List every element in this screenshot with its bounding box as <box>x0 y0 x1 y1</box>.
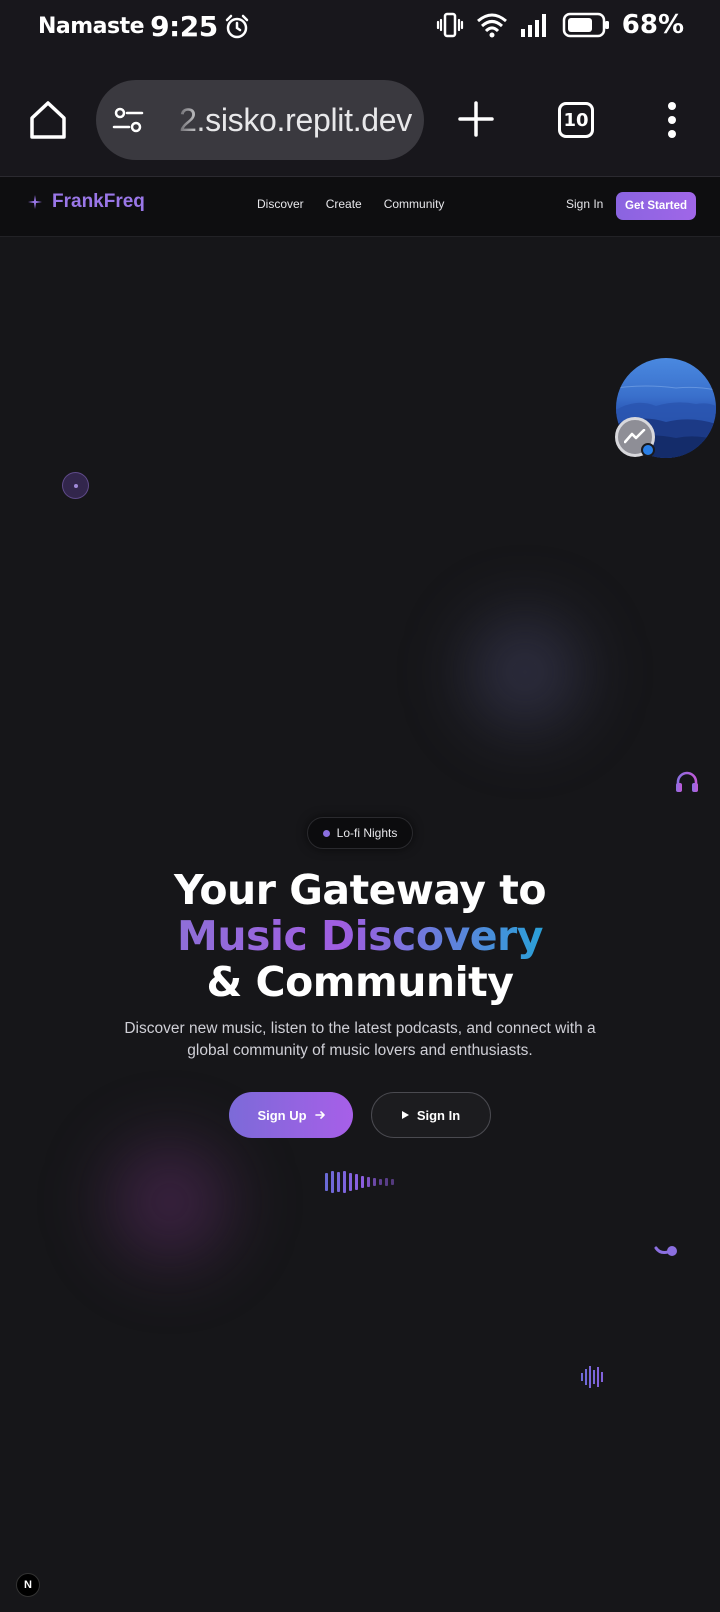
wifi-icon <box>476 12 508 38</box>
nav-link-create[interactable]: Create <box>326 197 362 211</box>
status-greeting: Namaste <box>38 14 145 39</box>
site-navbar: FrankFreq Discover Create Community Sign… <box>0 177 720 237</box>
battery-icon <box>562 12 610 38</box>
signal-icon <box>520 13 550 37</box>
status-time: 9:25 <box>150 10 218 43</box>
play-icon <box>401 1111 409 1119</box>
nav-link-discover[interactable]: Discover <box>257 197 304 211</box>
logo-text: FrankFreq <box>52 191 145 212</box>
nextjs-badge[interactable]: N <box>16 1573 40 1597</box>
hero-title-line3: & Community <box>206 958 515 1006</box>
hero-sign-in-label: Sign In <box>416 1107 461 1123</box>
nav-sign-in-link[interactable]: Sign In <box>566 197 603 211</box>
web-page: FrankFreq Discover Create Community Sign… <box>0 177 720 1612</box>
status-bar: Namaste 9:25 68% <box>0 0 720 56</box>
floating-orb <box>62 472 89 499</box>
background-glow <box>80 1112 260 1292</box>
sign-up-button[interactable]: Sign Up <box>229 1092 353 1138</box>
site-settings-icon[interactable] <box>112 104 144 136</box>
badge-dot <box>322 829 330 837</box>
badge-text: Lo-fi Nights <box>336 826 398 840</box>
get-started-button[interactable]: Get Started <box>616 192 696 220</box>
audio-wave-icon <box>581 1366 603 1388</box>
new-tab-icon[interactable] <box>456 99 496 139</box>
browser-menu-icon[interactable] <box>660 98 684 142</box>
address-bar[interactable]: 2.sisko.replit.dev <box>96 80 424 160</box>
hero-title-accent: Music Discovery <box>177 912 543 960</box>
hero-subtitle: Discover new music, listen to the latest… <box>124 1020 596 1059</box>
hero-sign-in-button[interactable]: Sign In <box>371 1092 491 1138</box>
alarm-icon <box>224 14 250 40</box>
vibrate-icon <box>436 11 464 39</box>
sign-up-label: Sign Up <box>257 1107 307 1123</box>
tab-switcher-button[interactable]: 10 <box>558 102 594 138</box>
music-note-icon <box>654 1246 677 1256</box>
audio-waveform-icon <box>325 1171 394 1193</box>
headphones-icon <box>676 771 698 792</box>
nav-links: Discover Create Community <box>257 197 444 211</box>
hero-title: Your Gateway to Music Discovery & Commun… <box>0 867 720 1005</box>
home-icon[interactable] <box>26 98 70 142</box>
site-logo[interactable]: FrankFreq <box>28 191 145 213</box>
sparkle-icon <box>28 195 42 209</box>
battery-percent: 68% <box>621 10 684 40</box>
arrow-right-icon <box>314 1111 325 1119</box>
status-right: 68% <box>436 10 684 40</box>
status-left: Namaste 9:25 <box>38 10 250 43</box>
browser-toolbar: 2.sisko.replit.dev 10 <box>0 56 720 177</box>
genre-badge: Lo-fi Nights <box>307 817 413 849</box>
hero-title-line1: Your Gateway to <box>173 866 547 914</box>
background-glow <box>440 587 610 757</box>
url-fade <box>160 80 204 160</box>
messenger-status-dot <box>641 443 655 457</box>
nav-link-community[interactable]: Community <box>384 197 445 211</box>
